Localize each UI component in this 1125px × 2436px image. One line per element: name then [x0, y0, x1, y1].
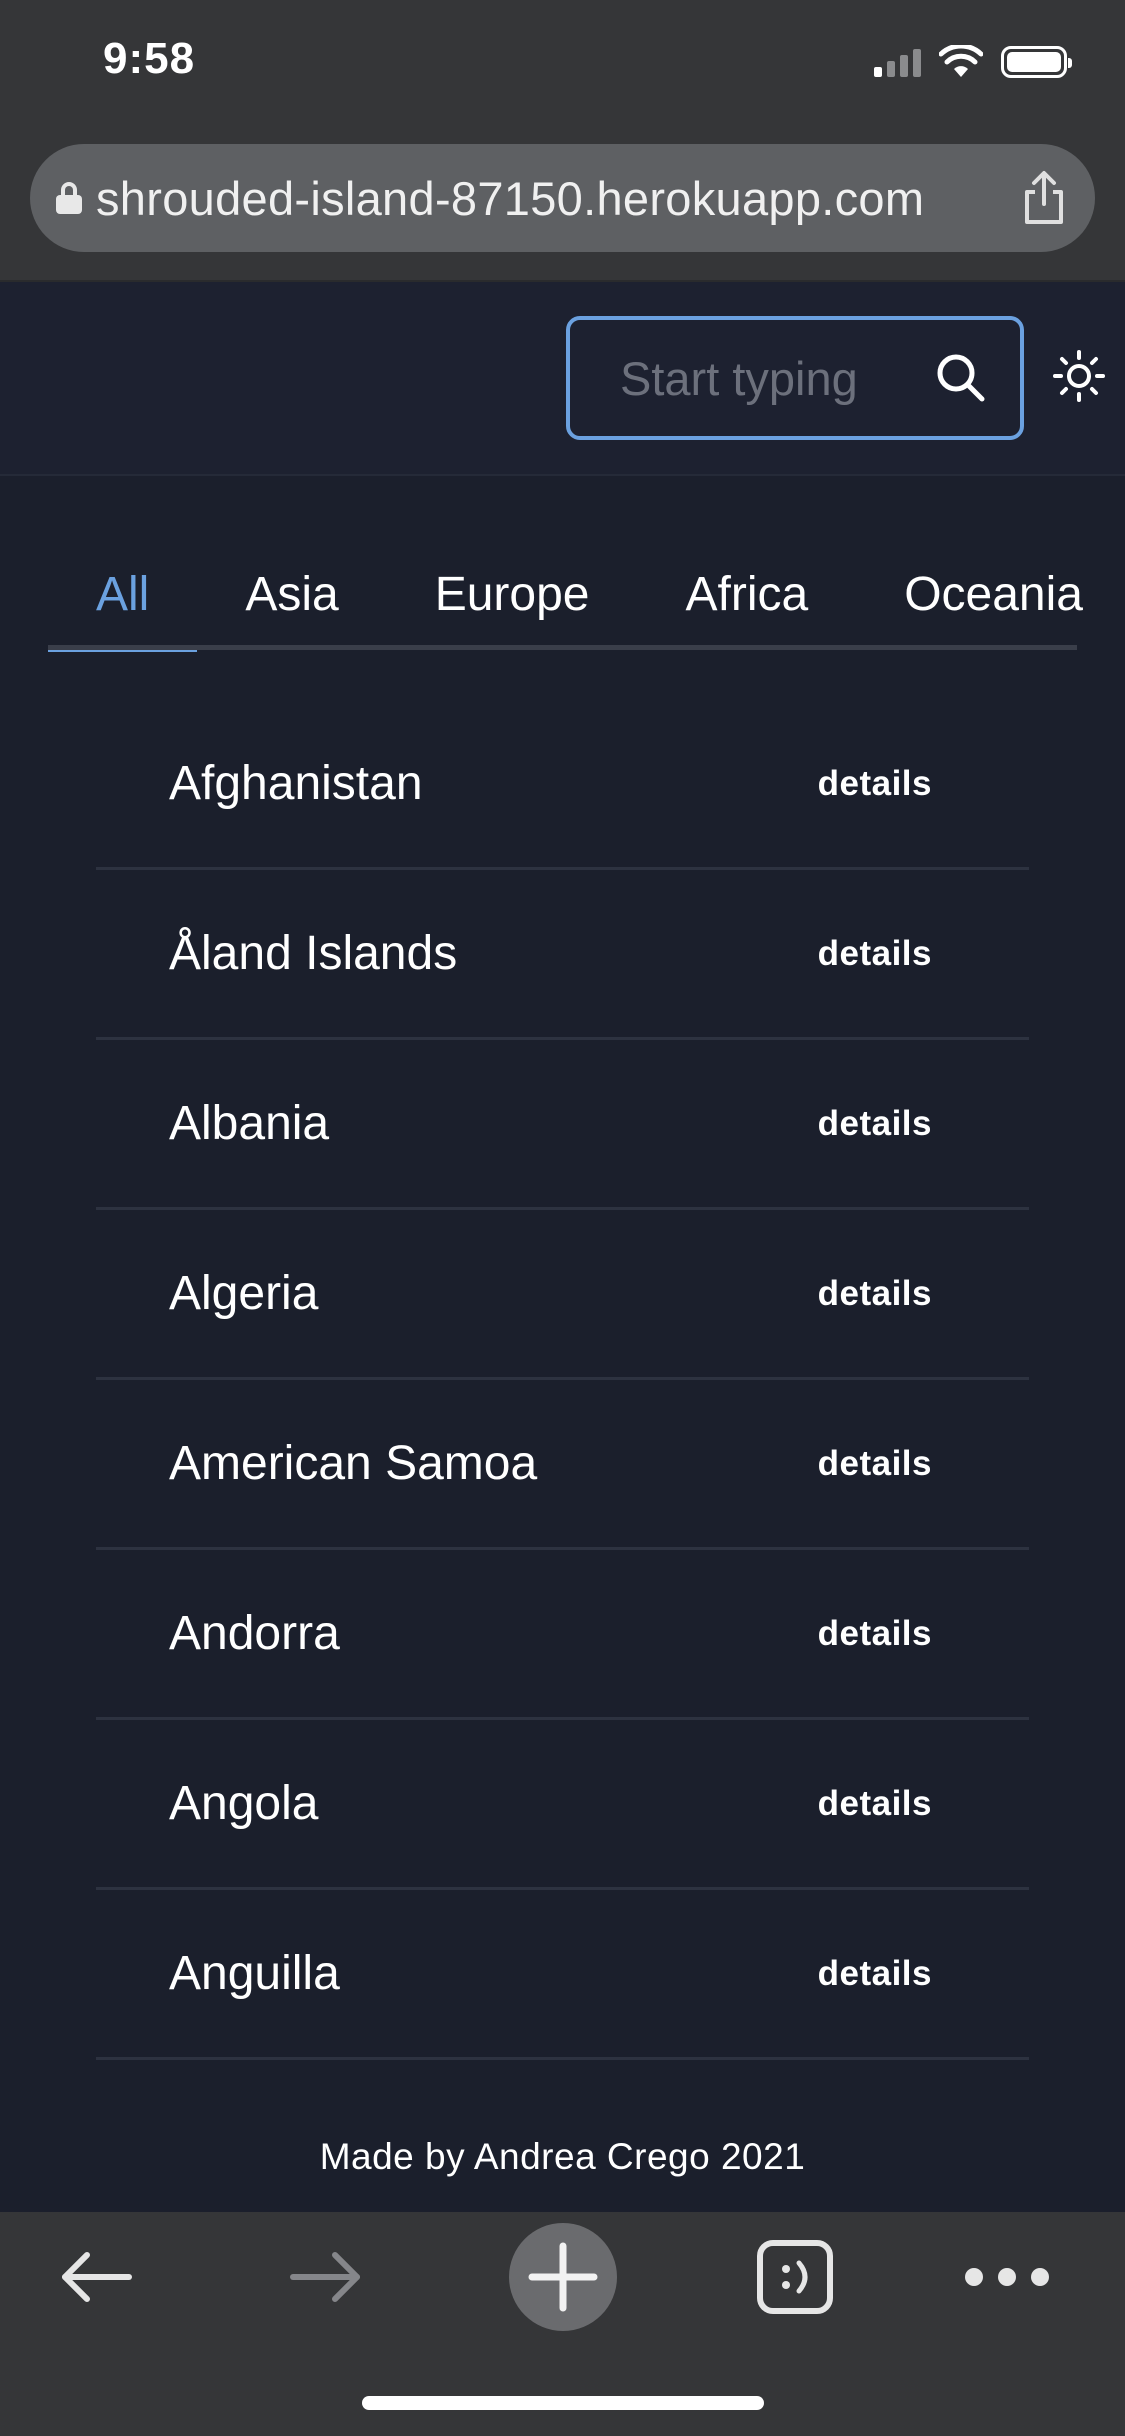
more-icon	[965, 2268, 1049, 2286]
list-item: American Samoa details	[96, 1380, 1029, 1550]
details-link[interactable]: details	[818, 1444, 932, 1484]
more-button[interactable]	[952, 2212, 1062, 2342]
browser-top-bar: 9:58 shrouded-island-87150.herokuapp.com	[0, 0, 1125, 282]
details-link[interactable]: details	[818, 934, 932, 974]
country-name: Albania	[169, 1097, 330, 1150]
status-icons	[874, 42, 1072, 82]
new-tab-button[interactable]	[508, 2212, 618, 2342]
country-name: Algeria	[169, 1267, 319, 1320]
tabs-button[interactable]	[740, 2212, 850, 2342]
list-item: Albania details	[96, 1040, 1029, 1210]
details-link[interactable]: details	[818, 1274, 932, 1314]
details-link[interactable]: details	[818, 1614, 932, 1654]
footer-credit: Made by Andrea Crego 2021	[319, 2136, 806, 2177]
list-item: Afghanistan details	[96, 700, 1029, 870]
country-name: Afghanistan	[169, 757, 423, 810]
search-icon[interactable]	[934, 351, 988, 405]
tab-oceania[interactable]: Oceania	[856, 540, 1125, 648]
home-indicator[interactable]	[362, 2396, 764, 2410]
country-name: Åland Islands	[169, 927, 458, 980]
back-button[interactable]	[40, 2212, 150, 2342]
region-tabs: All Asia Europe Africa Oceania	[48, 540, 1125, 652]
url-bar[interactable]: shrouded-island-87150.herokuapp.com	[30, 144, 1095, 252]
tab-all[interactable]: All	[48, 540, 198, 652]
search-input[interactable]	[620, 350, 920, 406]
tab-asia[interactable]: Asia	[197, 540, 386, 648]
country-name: Anguilla	[169, 1947, 340, 2000]
country-name: American Samoa	[169, 1437, 538, 1490]
details-link[interactable]: details	[818, 1784, 932, 1824]
lock-icon	[56, 182, 82, 214]
search-box[interactable]	[566, 316, 1024, 440]
status-time: 9:58	[103, 34, 196, 83]
plus-icon	[509, 2223, 617, 2331]
country-list: Afghanistan details Åland Islands detail…	[96, 700, 1029, 2060]
battery-icon	[1001, 46, 1072, 78]
forward-button[interactable]	[272, 2212, 382, 2342]
details-link[interactable]: details	[818, 1104, 932, 1144]
country-name: Angola	[169, 1777, 319, 1830]
list-item: Andorra details	[96, 1550, 1029, 1720]
tab-africa[interactable]: Africa	[638, 540, 857, 648]
tabs-icon	[757, 2240, 833, 2314]
details-link[interactable]: details	[818, 764, 932, 804]
sun-icon[interactable]	[1052, 349, 1106, 403]
cellular-signal-icon	[874, 47, 921, 77]
app-header	[0, 282, 1125, 476]
tabs-divider	[48, 645, 1077, 650]
forward-arrow-icon	[290, 2252, 360, 2302]
country-name: Andorra	[169, 1607, 340, 1660]
screen: 9:58 shrouded-island-87150.herokuapp.com	[0, 0, 1125, 2436]
url-text[interactable]: shrouded-island-87150.herokuapp.com	[96, 171, 1019, 226]
list-item: Angola details	[96, 1720, 1029, 1890]
wifi-icon	[939, 45, 983, 77]
details-link[interactable]: details	[818, 1954, 932, 1994]
share-icon[interactable]	[1019, 170, 1069, 226]
list-item: Anguilla details	[96, 1890, 1029, 2060]
tab-europe[interactable]: Europe	[387, 540, 638, 648]
list-item: Åland Islands details	[96, 870, 1029, 1040]
back-arrow-icon	[62, 2252, 132, 2302]
list-item: Algeria details	[96, 1210, 1029, 1380]
